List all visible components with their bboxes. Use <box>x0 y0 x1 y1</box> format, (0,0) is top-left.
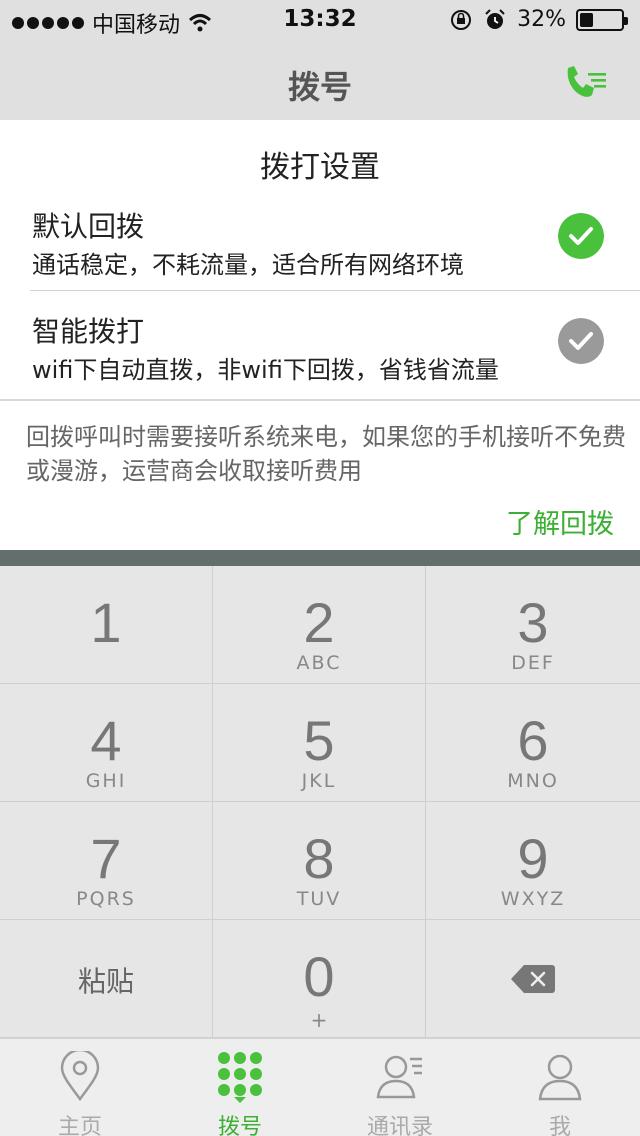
key-letters: MNO <box>507 770 559 792</box>
panel-title: 拨打设置 <box>260 150 380 185</box>
callback-notice: 回拨呼叫时需要接听系统来电，如果您的手机接听不免费或漫游，运营商会收取接听费用 <box>26 423 626 485</box>
key-8[interactable]: 8 TUV <box>213 802 426 920</box>
dial-keypad: 1 2 ABC 3 DEF 4 GHI 5 JKL 6 MNO 7 PQRS 8… <box>0 566 640 1038</box>
tab-home[interactable]: 主页 <box>0 1039 160 1136</box>
tab-label: 我 <box>548 1115 571 1136</box>
option-desc: 通话稳定，不耗流量，适合所有网络环境 <box>32 251 464 279</box>
unchecked-icon[interactable] <box>558 318 604 364</box>
number-display-bar <box>0 550 640 566</box>
key-letters: DEF <box>511 652 555 674</box>
checked-icon[interactable] <box>558 213 604 259</box>
page-title: 拨号 <box>287 68 352 106</box>
key-digit: 5 <box>303 709 335 772</box>
key-6[interactable]: 6 MNO <box>426 684 640 802</box>
tab-label: 主页 <box>57 1115 102 1136</box>
key-letters: PQRS <box>76 888 136 910</box>
status-bar: 中国移动 13:32 32% <box>0 0 640 40</box>
option-title: 默认回拨 <box>32 210 145 243</box>
key-digit: 8 <box>303 827 335 890</box>
option-desc: wifi下自动直拨，非wifi下回拨，省钱省流量 <box>32 356 499 384</box>
key-plus: + <box>310 1008 328 1032</box>
key-digit: 4 <box>90 709 122 772</box>
key-2[interactable]: 2 ABC <box>213 566 426 684</box>
dial-settings-panel: 拨打设置 默认回拨 通话稳定，不耗流量，适合所有网络环境 智能拨打 wifi下自… <box>0 120 640 550</box>
divider <box>0 399 640 401</box>
battery-percent: 32% <box>517 7 566 32</box>
key-digit: 6 <box>517 709 549 772</box>
key-5[interactable]: 5 JKL <box>213 684 426 802</box>
tab-label: 拨号 <box>217 1115 262 1136</box>
phone-list-icon[interactable] <box>564 64 608 100</box>
tab-dial[interactable]: 拨号 <box>160 1039 320 1136</box>
key-digit: 3 <box>517 591 549 654</box>
key-letters: TUV <box>296 888 342 910</box>
contacts-icon <box>376 1055 422 1099</box>
key-digit: 9 <box>517 827 549 890</box>
key-7[interactable]: 7 PQRS <box>0 802 213 920</box>
tab-bar: 主页 拨号 通讯录 我 <box>0 1038 640 1136</box>
backspace-icon <box>511 965 555 993</box>
dialpad-icon <box>218 1052 262 1103</box>
key-9[interactable]: 9 WXYZ <box>426 802 640 920</box>
nav-bar: 拨号 <box>0 40 640 120</box>
alarm-icon <box>485 8 505 29</box>
key-letters: ABC <box>296 652 342 674</box>
divider <box>30 290 640 291</box>
key-letters: GHI <box>85 770 127 792</box>
key-letters: JKL <box>301 770 337 792</box>
option-smart-dial[interactable]: 智能拨打 wifi下自动直拨，非wifi下回拨，省钱省流量 <box>0 310 640 420</box>
tab-me[interactable]: 我 <box>480 1039 640 1136</box>
paste-label: 粘贴 <box>77 965 134 998</box>
delete-button[interactable] <box>426 920 640 1038</box>
location-pin-icon <box>60 1051 100 1102</box>
key-3[interactable]: 3 DEF <box>426 566 640 684</box>
status-right: 32% <box>449 7 628 32</box>
key-4[interactable]: 4 GHI <box>0 684 213 802</box>
paste-button[interactable]: 粘贴 <box>0 920 213 1038</box>
option-title: 智能拨打 <box>32 315 145 348</box>
key-letters: WXYZ <box>500 888 566 910</box>
person-icon <box>538 1054 582 1101</box>
key-digit: 1 <box>90 591 122 654</box>
orientation-lock-icon <box>451 9 472 30</box>
key-digit: 0 <box>303 945 335 1008</box>
battery-icon <box>576 8 628 31</box>
key-0[interactable]: 0 + <box>213 920 426 1038</box>
option-default-callback[interactable]: 默认回拨 通话稳定，不耗流量，适合所有网络环境 <box>0 205 640 315</box>
key-1[interactable]: 1 <box>0 566 213 684</box>
tab-label: 通讯录 <box>366 1115 433 1136</box>
key-digit: 2 <box>303 591 335 654</box>
key-digit: 7 <box>90 827 122 890</box>
tab-contacts[interactable]: 通讯录 <box>320 1039 480 1136</box>
learn-callback-link[interactable]: 了解回拨 <box>506 502 614 541</box>
